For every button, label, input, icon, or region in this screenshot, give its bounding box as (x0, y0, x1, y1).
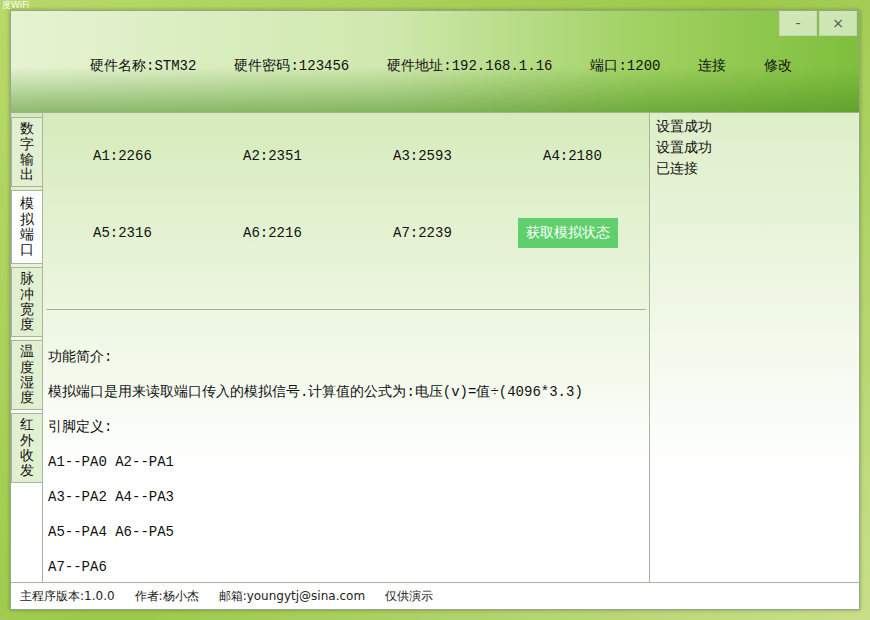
status-bar: 主程序版本:1.0.0 作者:杨小杰 邮箱:youngytj@sina.com 仅供演… (11, 582, 859, 609)
body: 数字输出模拟端口脉冲宽度温度湿度红外收发A1:2266A2:2351A3:259… (11, 113, 859, 582)
intro-title: 功能简介: (48, 340, 649, 375)
analog-reading: A1:2266 (93, 148, 243, 164)
analog-reading: A4:2180 (543, 148, 649, 164)
pin-line: A7--PA6 (48, 550, 649, 582)
tab[interactable]: 红外收发 (11, 413, 42, 483)
status-item: 邮箱:youngytj@sina.com (219, 588, 365, 605)
desktop: 度WiFi 硬件名称:STM32 硬件密码:123456 硬件地址:192.168.1… (0, 0, 870, 620)
hardware-field: 端口:1200 (590, 57, 660, 75)
tab[interactable]: 温度湿度 (11, 340, 42, 410)
tab[interactable]: 数字输出 (11, 117, 42, 187)
vertical-tabs: 数字输出模拟端口脉冲宽度温度湿度红外收发 (11, 113, 42, 582)
analog-panel: A1:2266A2:2351A3:2593A4:2180 A5:2316A6:22… (42, 113, 649, 582)
header-action[interactable]: 修改 (764, 57, 792, 75)
intro-text: 功能简介:模拟端口是用来读取端口传入的模拟信号.计算值的公式为:电压(v)=值÷… (43, 310, 649, 582)
log-line: 设置成功 (656, 116, 859, 137)
status-item: 主程序版本:1.0.0 (20, 588, 115, 605)
window-control-button[interactable]: - (779, 11, 817, 36)
status-item: 作者:杨小杰 (135, 588, 199, 605)
pin-line: A5--PA4 A6--PA5 (48, 515, 649, 550)
app-window: 硬件名称:STM32 硬件密码:123456 硬件地址:192.168.1.16 端口… (10, 10, 860, 610)
get-analog-button[interactable]: 获取模拟状态 (518, 218, 618, 248)
window-control-button[interactable]: × (819, 11, 857, 36)
pin-line: A3--PA2 A4--PA3 (48, 480, 649, 515)
window-controls: -× (779, 11, 857, 36)
hardware-field: 硬件密码:123456 (234, 57, 349, 75)
analog-reading: A6:2216 (243, 225, 393, 241)
status-item: 仅供演示 (385, 588, 433, 605)
hardware-field: 硬件地址:192.168.1.16 (387, 57, 552, 75)
analog-reading: A2:2351 (243, 148, 393, 164)
log-line: 设置成功 (656, 137, 859, 158)
log-line: 已连接 (656, 158, 859, 179)
readings-grid: A1:2266A2:2351A3:2593A4:2180 A5:2316A6:22… (43, 113, 649, 309)
desktop-icon-label[interactable]: 度WiFi (2, 0, 29, 10)
separator (46, 309, 646, 310)
analog-reading: A5:2316 (93, 225, 243, 241)
log-panel: 设置成功设置成功已连接 (649, 113, 859, 582)
tab[interactable]: 脉冲宽度 (11, 267, 42, 337)
tab[interactable]: 模拟端口 (11, 190, 42, 264)
analog-reading: A3:2593 (393, 148, 543, 164)
pin-title: 引脚定义: (48, 410, 649, 445)
header: 硬件名称:STM32 硬件密码:123456 硬件地址:192.168.1.16 端口… (11, 11, 859, 113)
header-action[interactable]: 连接 (698, 57, 726, 75)
pin-line: A1--PA0 A2--PA1 (48, 445, 649, 480)
hardware-field: 硬件名称:STM32 (90, 57, 196, 75)
intro-formula: 模拟端口是用来读取端口传入的模拟信号.计算值的公式为:电压(v)=值÷(4096… (48, 375, 649, 410)
